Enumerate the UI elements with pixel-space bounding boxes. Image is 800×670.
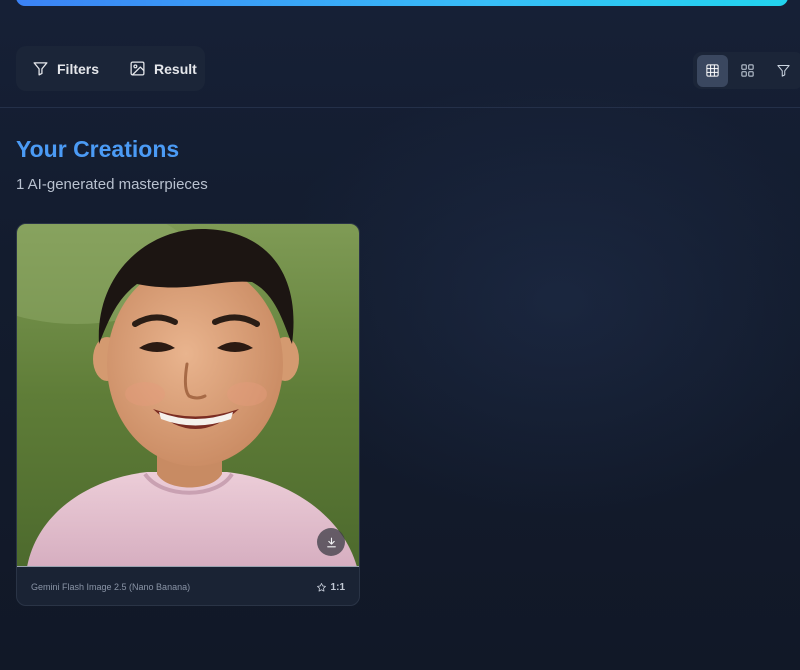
generated-image[interactable] bbox=[17, 224, 359, 567]
result-button[interactable]: Result bbox=[123, 52, 203, 85]
model-name: Gemini Flash Image 2.5 (Nano Banana) bbox=[31, 582, 191, 592]
toolbar: Filters Result bbox=[0, 46, 800, 108]
toolbar-tabs: Filters Result bbox=[16, 46, 205, 91]
star-icon bbox=[316, 582, 326, 592]
filters-button[interactable]: Filters bbox=[26, 52, 105, 85]
view-switcher bbox=[693, 52, 800, 89]
grid-2x2-icon bbox=[741, 64, 755, 77]
page-title: Your Creations bbox=[16, 136, 180, 162]
creation-card[interactable]: Gemini Flash Image 2.5 (Nano Banana) 1:1 bbox=[16, 223, 360, 606]
view-grid-large-button[interactable] bbox=[732, 55, 763, 87]
top-gradient-bar bbox=[16, 0, 788, 6]
filter-icon bbox=[33, 62, 48, 76]
aspect-ratio-badge[interactable]: 1:1 bbox=[316, 582, 345, 593]
result-label: Result bbox=[154, 60, 197, 77]
download-button[interactable] bbox=[317, 528, 345, 556]
grid-3x3-icon bbox=[706, 64, 719, 77]
filter-icon bbox=[777, 65, 790, 77]
view-grid-dense-button[interactable] bbox=[697, 54, 729, 87]
card-footer: Gemini Flash Image 2.5 (Nano Banana) 1:1 bbox=[17, 568, 359, 605]
filters-label: Filters bbox=[57, 60, 100, 77]
page-subtitle: 1 AI-generated masterpieces bbox=[16, 176, 208, 193]
view-filter-button[interactable] bbox=[768, 55, 799, 87]
portrait-illustration bbox=[17, 224, 359, 566]
download-icon bbox=[326, 537, 336, 547]
aspect-ratio-label: 1:1 bbox=[330, 581, 345, 593]
image-icon bbox=[130, 61, 145, 76]
